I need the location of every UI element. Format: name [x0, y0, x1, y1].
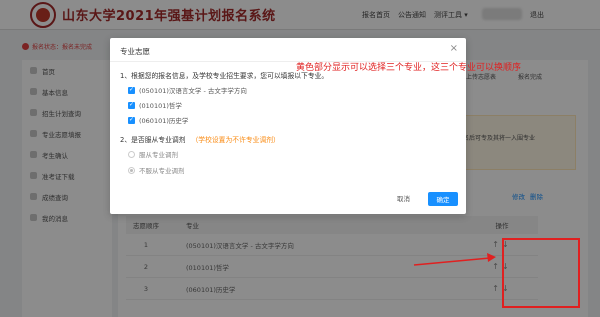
annotation-arrow-icon [413, 253, 496, 266]
